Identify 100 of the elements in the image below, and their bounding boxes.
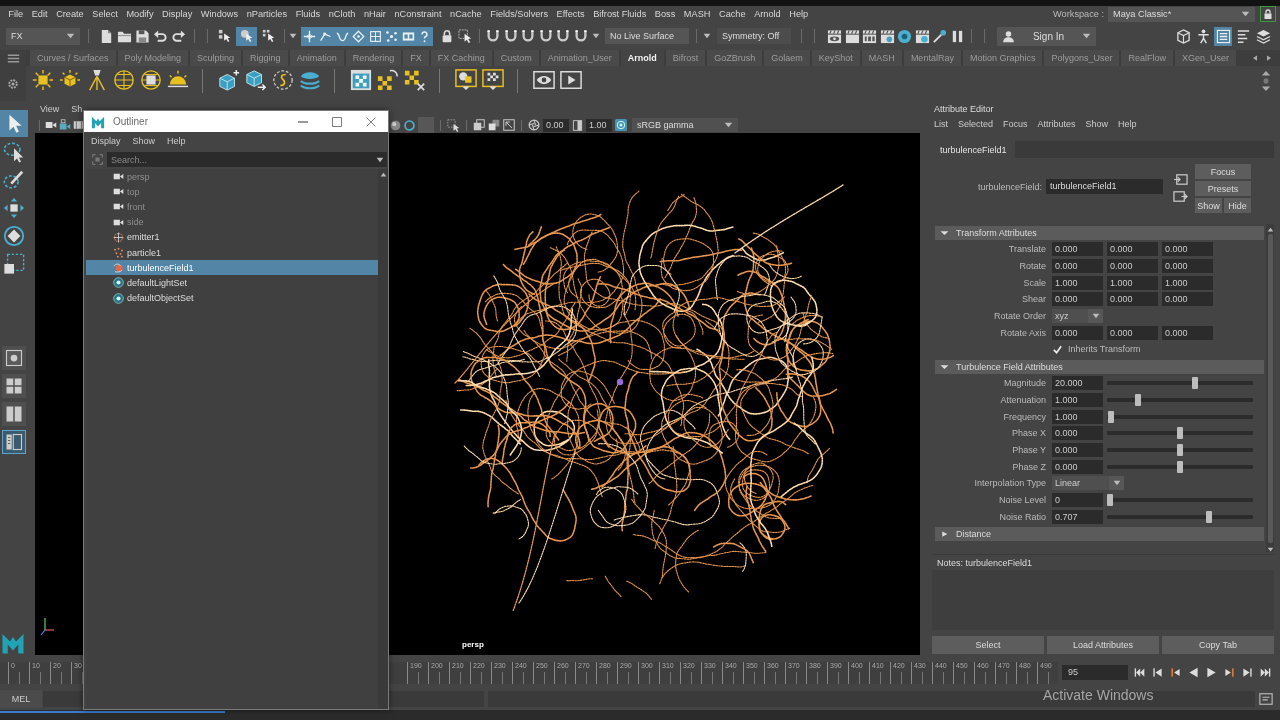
menu-item[interactable]: Select bbox=[88, 9, 123, 19]
exposure-field[interactable]: 0.00 bbox=[543, 118, 569, 132]
settings-icon[interactable] bbox=[7, 78, 19, 90]
save-icon[interactable] bbox=[135, 28, 150, 44]
clapperboard-sphere-icon[interactable] bbox=[914, 28, 930, 44]
gamma-field[interactable]: 1.00 bbox=[586, 118, 612, 132]
aperture-icon[interactable] bbox=[528, 119, 540, 131]
hide-button[interactable]: Hide bbox=[1224, 198, 1251, 213]
wand-icon[interactable] bbox=[932, 28, 947, 44]
panel-toggle-button[interactable] bbox=[1214, 26, 1232, 46]
color-space-dropdown[interactable]: sRGB gamma bbox=[632, 118, 738, 132]
lock-icon[interactable] bbox=[1260, 6, 1276, 22]
select-region-icon[interactable] bbox=[447, 118, 460, 132]
attribute-dropdown[interactable]: xyz bbox=[1052, 309, 1103, 324]
section-header[interactable]: Distance bbox=[935, 527, 1264, 541]
clapperboard-bars-icon[interactable] bbox=[862, 28, 877, 44]
scrollbar[interactable] bbox=[1266, 224, 1274, 552]
magnet-icon[interactable] bbox=[556, 29, 570, 43]
section-header[interactable]: Turbulence Field Attributes bbox=[935, 359, 1264, 374]
number-field[interactable]: 0.000 bbox=[1052, 459, 1103, 474]
spotlight-icon[interactable] bbox=[86, 69, 108, 91]
menu-item[interactable]: Modify bbox=[122, 9, 158, 19]
menu-item[interactable]: Sh bbox=[71, 104, 83, 114]
scroll-up-icon[interactable] bbox=[1266, 227, 1274, 232]
lock-icon[interactable] bbox=[440, 29, 454, 43]
step-forward-frame-icon[interactable] bbox=[1224, 667, 1235, 678]
clapperboard-icon[interactable] bbox=[844, 28, 860, 44]
live-surface-field[interactable]: No Live Surface bbox=[605, 28, 689, 44]
cube-arrow-icon[interactable] bbox=[245, 69, 267, 91]
search-options-button[interactable] bbox=[373, 152, 387, 167]
outliner-item[interactable]: defaultLightSet bbox=[86, 275, 378, 291]
magnet-icon[interactable] bbox=[503, 29, 518, 43]
layout-button[interactable] bbox=[2, 346, 26, 370]
scroll-right-icon[interactable] bbox=[1264, 55, 1272, 61]
shelf-tab[interactable]: Arnold bbox=[620, 50, 664, 66]
layout-button[interactable] bbox=[2, 402, 26, 426]
skip-end-icon[interactable] bbox=[1260, 667, 1271, 678]
number-field[interactable]: 1.000 bbox=[1162, 275, 1213, 290]
tool-button[interactable] bbox=[0, 110, 28, 137]
copy-tab-button[interactable]: Copy Tab bbox=[1162, 636, 1274, 654]
menu-item[interactable]: Show bbox=[132, 136, 156, 146]
play-icon[interactable] bbox=[1206, 667, 1217, 678]
pick-mask-button[interactable] bbox=[301, 26, 318, 46]
step-back-frame-icon[interactable] bbox=[1170, 667, 1181, 678]
menu-item[interactable]: MASH bbox=[679, 9, 715, 19]
number-field[interactable]: 0.000 bbox=[1162, 292, 1213, 307]
menu-item[interactable]: nHair bbox=[359, 9, 391, 19]
new-file-icon[interactable] bbox=[99, 28, 114, 44]
menu-item[interactable]: View bbox=[40, 104, 60, 114]
number-field[interactable]: 1.000 bbox=[1052, 409, 1103, 424]
focus-button[interactable]: Focus bbox=[1195, 164, 1251, 179]
menu-item[interactable]: Create bbox=[51, 9, 88, 19]
shaded-sphere-icon[interactable] bbox=[390, 119, 401, 131]
redo-icon[interactable] bbox=[171, 28, 186, 44]
menu-item[interactable]: Display bbox=[157, 9, 197, 19]
menu-item[interactable]: List bbox=[934, 118, 948, 129]
number-field[interactable]: 0.000 bbox=[1052, 325, 1103, 340]
menu-set-dropdown[interactable]: FX bbox=[6, 27, 80, 45]
node-tab[interactable]: turbulenceField1 bbox=[932, 141, 1015, 158]
number-field[interactable]: 0.000 bbox=[1052, 442, 1103, 457]
ring-icon[interactable] bbox=[897, 28, 912, 44]
script-editor-icon[interactable] bbox=[1259, 692, 1273, 706]
load-attributes-button[interactable]: Load Attributes bbox=[1047, 636, 1159, 654]
step-back-icon[interactable] bbox=[1152, 667, 1163, 678]
number-field[interactable]: 0.000 bbox=[1162, 242, 1213, 257]
globe-icon[interactable] bbox=[113, 69, 135, 91]
node-name-field[interactable]: turbulenceField1 bbox=[1046, 179, 1163, 194]
select-arrow-icon[interactable] bbox=[458, 28, 473, 44]
number-field[interactable]: 20.000 bbox=[1052, 376, 1103, 391]
menu-item[interactable]: File bbox=[4, 9, 28, 19]
framed-shapes-icon[interactable] bbox=[455, 69, 477, 91]
stacked-squares-icon[interactable] bbox=[473, 119, 485, 131]
menu-item[interactable]: Fluids bbox=[291, 9, 325, 19]
camera-icon[interactable] bbox=[45, 119, 57, 131]
close-icon[interactable] bbox=[366, 116, 376, 127]
play-frame-icon[interactable] bbox=[560, 69, 582, 91]
select-button[interactable]: Select bbox=[932, 636, 1044, 654]
number-field[interactable]: 0.000 bbox=[1107, 292, 1158, 307]
scroll-left-icon[interactable] bbox=[1252, 55, 1260, 61]
menu-item[interactable]: Help bbox=[1118, 118, 1137, 129]
magnet-icon[interactable] bbox=[486, 29, 500, 43]
outliner-item[interactable]: defaultObjectSet bbox=[86, 290, 378, 306]
checker-window-icon[interactable] bbox=[350, 69, 372, 91]
magnet-icon[interactable] bbox=[573, 29, 588, 43]
menu-item[interactable]: Help bbox=[785, 9, 813, 19]
slider-thumb[interactable] bbox=[1108, 410, 1115, 423]
attribute-dropdown[interactable]: Linear bbox=[1052, 476, 1124, 491]
language-button[interactable]: MEL bbox=[0, 690, 42, 708]
sign-in-dropdown[interactable]: Sign In bbox=[997, 26, 1096, 46]
menu-item[interactable]: Display bbox=[91, 136, 121, 146]
number-field[interactable]: 0.000 bbox=[1107, 325, 1158, 340]
scroll-up-icon[interactable] bbox=[379, 172, 387, 177]
menu-item[interactable]: nCloth bbox=[324, 9, 360, 19]
minimize-icon[interactable] bbox=[298, 120, 308, 123]
checkbox[interactable] bbox=[1052, 343, 1063, 355]
menu-item[interactable]: Bifrost Fluids bbox=[588, 9, 651, 19]
magnet-icon[interactable] bbox=[538, 29, 553, 43]
menu-item[interactable]: Arnold bbox=[749, 9, 785, 19]
symmetry-dropdown[interactable]: Symmetry: Off bbox=[717, 28, 791, 44]
presets-button[interactable]: Presets bbox=[1195, 181, 1251, 196]
